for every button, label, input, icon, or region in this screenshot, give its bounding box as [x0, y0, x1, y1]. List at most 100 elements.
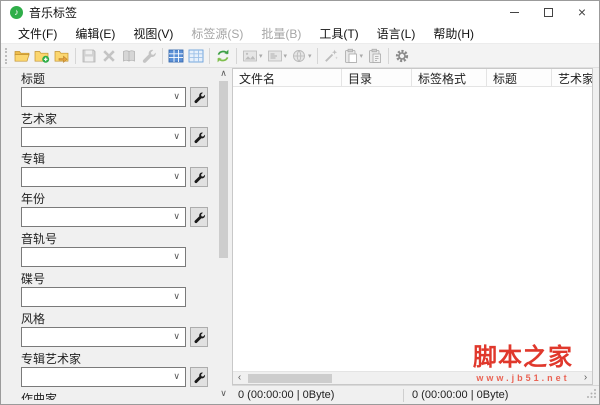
toolbar-separator	[388, 47, 390, 64]
chevron-down-icon: ∨	[173, 91, 180, 101]
statusbar: 0 (00:00:00 | 0Byte) 0 (00:00:00 | 0Byte…	[232, 385, 599, 404]
toolbar-separator	[162, 47, 163, 64]
toolbar-separator	[316, 47, 318, 64]
menu-view[interactable]: 视图(V)	[124, 23, 182, 44]
paste-icon[interactable]	[365, 46, 385, 66]
titlebar: ♪ 音乐标签 ×	[1, 1, 599, 23]
menubar: 文件(F) 编辑(E) 视图(V) 标签源(S) 批量(B) 工具(T) 语言(…	[1, 23, 599, 43]
dropdown-arrow-icon: ▾	[308, 52, 312, 60]
panel-vertical-scrollbar[interactable]: ∧ ∨	[217, 68, 230, 400]
artist-combobox[interactable]: ∨	[21, 127, 186, 147]
chevron-down-icon: ∨	[173, 211, 180, 221]
disc-combobox[interactable]: ∨	[21, 287, 186, 307]
paste-dropdown-icon[interactable]: ▾	[341, 46, 366, 66]
title-combobox[interactable]: ∨	[21, 87, 186, 107]
field-label: 作曲家	[21, 392, 58, 400]
tag-convert-dropdown-icon[interactable]: ▾	[265, 46, 290, 66]
field-genre: 风格 ∨	[9, 310, 215, 347]
dropdown-arrow-icon: ▾	[259, 52, 263, 60]
toolbar-grip[interactable]	[5, 47, 9, 64]
magic-wand-icon[interactable]	[321, 46, 341, 66]
status-selected-count: 0 (00:00:00 | 0Byte)	[238, 389, 335, 401]
track-combobox[interactable]: ∨	[21, 247, 186, 267]
status-total-count: 0 (00:00:00 | 0Byte)	[412, 389, 509, 401]
genre-wrench-button[interactable]	[190, 327, 208, 347]
watermark: 脚本之家 www.jb51.net	[467, 337, 579, 383]
folder-arrow-icon[interactable]	[52, 46, 72, 66]
close-button[interactable]: ×	[565, 1, 599, 23]
scroll-right-icon[interactable]: ›	[579, 372, 592, 384]
app-music-note-icon: ♪	[10, 5, 23, 19]
delete-icon[interactable]	[99, 46, 119, 66]
scroll-down-icon[interactable]: ∨	[217, 388, 230, 400]
menu-file[interactable]: 文件(F)	[9, 23, 66, 44]
column-filename[interactable]: 文件名	[233, 69, 342, 86]
chevron-down-icon: ∨	[173, 331, 180, 341]
column-directory[interactable]: 目录	[342, 69, 412, 86]
album-wrench-button[interactable]	[190, 167, 208, 187]
year-wrench-button[interactable]	[190, 207, 208, 227]
column-tag-format[interactable]: 标签格式	[412, 69, 487, 86]
image-dropdown-icon[interactable]: ▾	[240, 46, 265, 66]
close-icon: ×	[577, 4, 587, 20]
table-outline-icon[interactable]	[186, 46, 206, 66]
web-source-dropdown-icon[interactable]: ▾	[289, 46, 314, 66]
add-folder-icon[interactable]	[32, 46, 52, 66]
albumartist-wrench-button[interactable]	[190, 367, 208, 387]
toolbar-separator	[75, 47, 76, 64]
wrench-icon[interactable]	[139, 46, 159, 66]
field-track: 音轨号 ∨	[9, 230, 215, 267]
minimize-icon	[509, 11, 519, 13]
file-list-body[interactable]	[233, 87, 592, 355]
genre-combobox[interactable]: ∨	[21, 327, 186, 347]
field-year: 年份 ∨	[9, 190, 215, 227]
field-label: 艺术家	[21, 112, 58, 126]
chevron-down-icon: ∨	[173, 251, 180, 261]
scrollbar-thumb[interactable]	[248, 374, 332, 383]
menu-tools[interactable]: 工具(T)	[310, 23, 367, 44]
toolbar-separator	[236, 47, 237, 64]
app-window: ♪ 音乐标签 × 文件(F) 编辑(E) 视图(V) 标签源(S) 批量(B) …	[0, 0, 600, 405]
menu-tag-source: 标签源(S)	[191, 26, 244, 41]
window-title: 音乐标签	[29, 5, 78, 20]
table-filled-icon[interactable]	[166, 46, 186, 66]
artist-wrench-button[interactable]	[190, 127, 208, 147]
chevron-down-icon: ∨	[173, 131, 180, 141]
scroll-left-icon[interactable]: ‹	[233, 372, 246, 384]
maximize-button[interactable]	[531, 1, 565, 23]
scroll-up-icon[interactable]: ∧	[217, 68, 230, 80]
field-composer: 作曲家 ∨	[9, 390, 215, 400]
field-label: 专辑艺术家	[21, 352, 82, 366]
refresh-icon[interactable]	[213, 46, 233, 66]
field-label: 音轨号	[21, 232, 58, 246]
menu-batch: 批量(B)	[261, 26, 302, 41]
albumartist-combobox[interactable]: ∨	[21, 367, 186, 387]
tag-editor-panel: 标题 ∨ 艺术家 ∨ 专辑 ∨ 年份 ∨ 音轨号 ∨ 碟号 ∨ 风格 ∨ 专辑艺…	[9, 68, 215, 400]
dropdown-arrow-icon: ▾	[359, 52, 364, 60]
field-label: 碟号	[21, 272, 46, 286]
chevron-down-icon: ∨	[173, 171, 180, 181]
year-combobox[interactable]: ∨	[21, 207, 186, 227]
column-artist[interactable]: 艺术家	[552, 69, 592, 86]
menu-help[interactable]: 帮助(H)	[424, 23, 483, 44]
toolbar: ▾ ▾ ▾ ▾	[1, 43, 599, 68]
gear-icon[interactable]	[392, 46, 412, 66]
minimize-button[interactable]	[497, 1, 531, 23]
field-albumartist: 专辑艺术家 ∨	[9, 350, 215, 387]
menu-language[interactable]: 语言(L)	[368, 23, 425, 44]
resize-grip-icon[interactable]	[586, 388, 597, 402]
album-combobox[interactable]: ∨	[21, 167, 186, 187]
menu-edit[interactable]: 编辑(E)	[66, 23, 124, 44]
dropdown-arrow-icon: ▾	[283, 52, 288, 60]
scrollbar-thumb[interactable]	[219, 81, 228, 258]
field-label: 专辑	[21, 152, 46, 166]
save-icon[interactable]	[79, 46, 99, 66]
toolbar-separator	[209, 47, 210, 64]
column-title[interactable]: 标题	[487, 69, 552, 86]
book-icon[interactable]	[119, 46, 139, 66]
file-list-header: 文件名 目录 标签格式 标题 艺术家	[233, 69, 592, 87]
field-title: 标题 ∨	[9, 70, 215, 107]
open-folder-icon[interactable]	[12, 46, 32, 66]
title-wrench-button[interactable]	[190, 87, 208, 107]
watermark-title: 脚本之家	[473, 345, 573, 371]
